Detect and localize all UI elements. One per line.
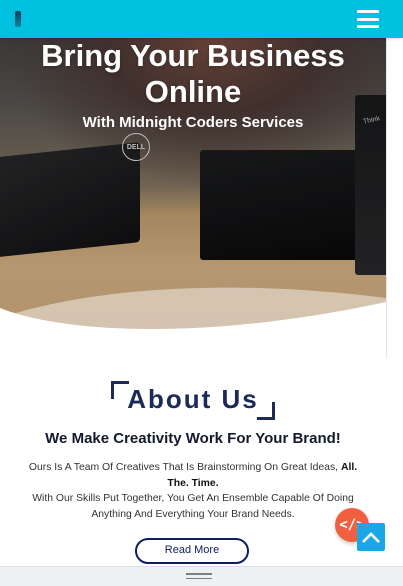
- hero-title: Bring Your Business Online: [0, 38, 386, 110]
- page-edge-line: [386, 38, 387, 358]
- hamburger-line: [357, 10, 379, 13]
- hero-subtitle: With Midnight Coders Services: [82, 114, 304, 131]
- scroll-to-top-button[interactable]: [357, 523, 385, 551]
- handle-line: [186, 573, 212, 575]
- about-paragraph-1: Ours Is A Team Of Creatives That Is Brai…: [18, 460, 368, 492]
- about-paragraph-2: With Our Skills Put Together, You Get An…: [32, 493, 354, 520]
- hamburger-line: [357, 17, 379, 21]
- hero-title-line2: Online: [144, 74, 242, 109]
- bottom-bar: [0, 566, 403, 586]
- bracket-decoration-top-left: [111, 381, 130, 399]
- chevron-up-icon: [362, 532, 380, 543]
- about-title-text: About Us: [127, 384, 259, 414]
- hero-wave-divider: [0, 287, 386, 358]
- hero-title-line1: Bring Your Business: [41, 38, 345, 73]
- top-navbar: [0, 0, 403, 38]
- read-more-button[interactable]: Read More: [135, 538, 249, 564]
- page-right-margin: [386, 38, 403, 586]
- about-title: About Us: [111, 381, 275, 420]
- hero-banner: Think DELL Bring Your Business Online Wi…: [0, 0, 386, 358]
- site-logo[interactable]: [15, 11, 21, 27]
- about-paragraph-1-text: Ours Is A Team Of Creatives That Is Brai…: [28, 462, 339, 473]
- hamburger-icon[interactable]: [357, 10, 379, 28]
- bracket-decoration-bottom-right: [256, 402, 275, 420]
- about-tagline: We Make Creativity Work For Your Brand!: [45, 430, 341, 447]
- hamburger-line: [357, 25, 379, 28]
- about-heading: About Us: [0, 381, 386, 421]
- handle-line: [186, 577, 212, 579]
- drag-handle-icon[interactable]: [186, 573, 212, 582]
